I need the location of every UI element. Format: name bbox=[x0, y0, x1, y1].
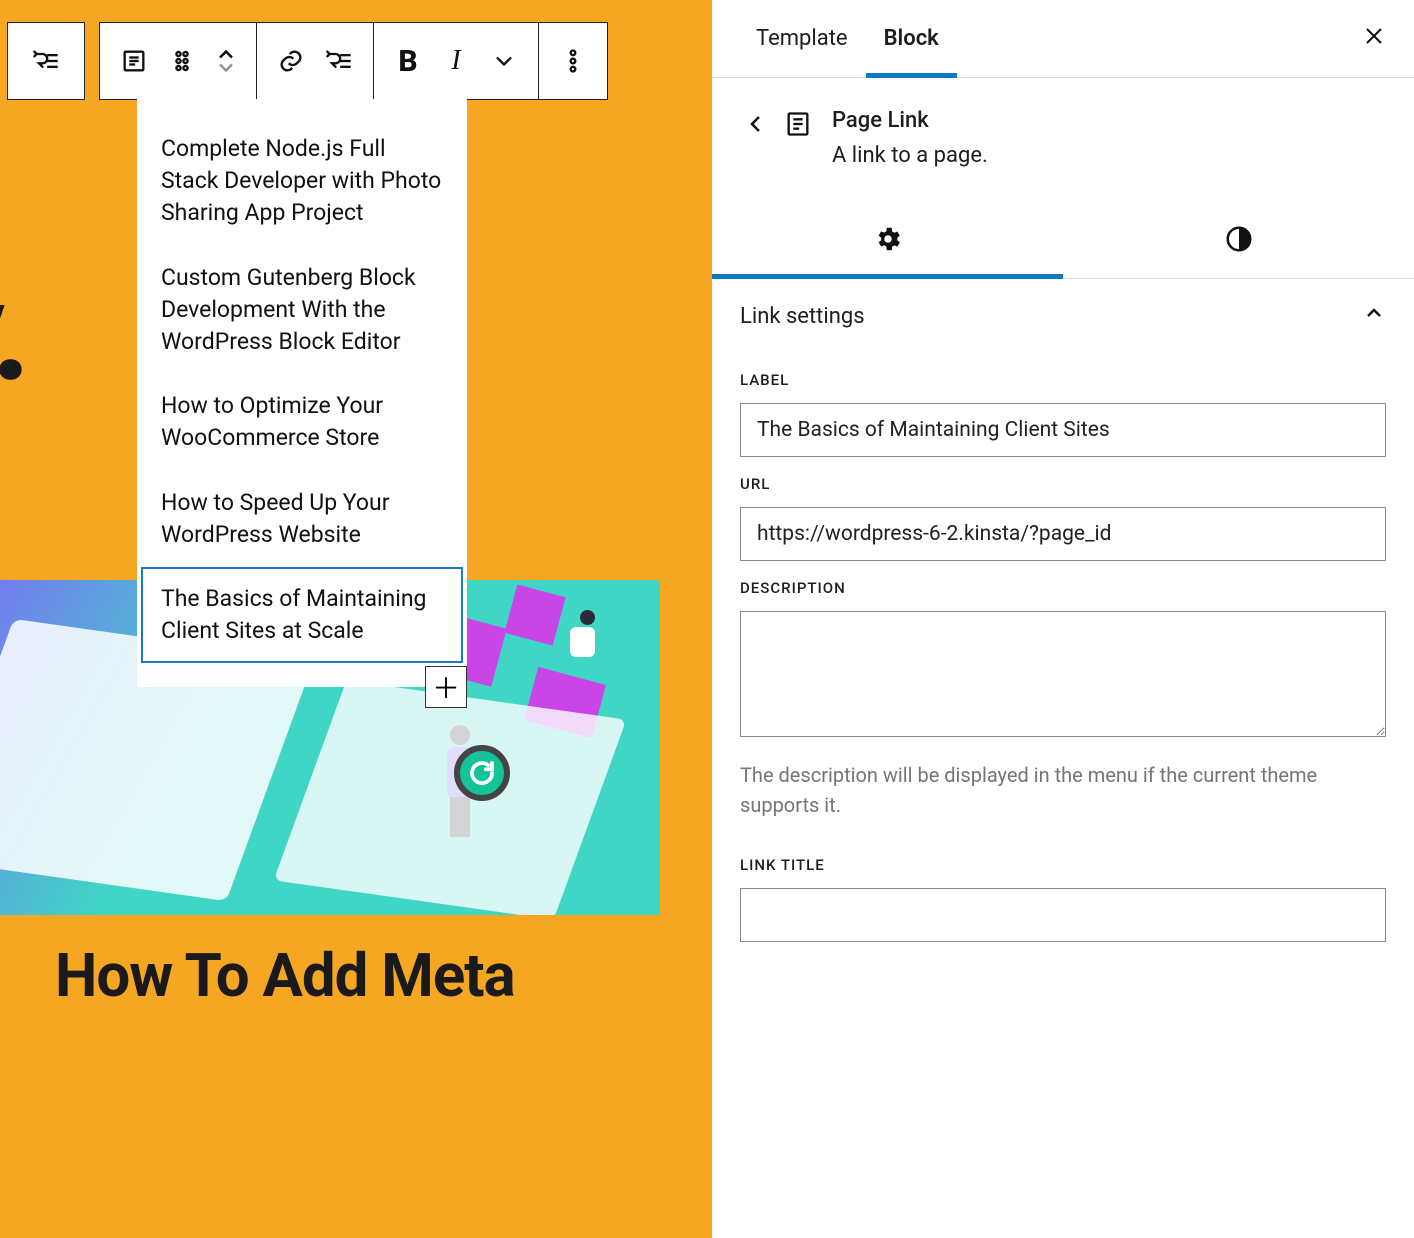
move-up-down-button[interactable] bbox=[206, 37, 246, 85]
label-url: URL bbox=[740, 475, 1386, 493]
subtab-settings[interactable] bbox=[712, 204, 1063, 278]
link-settings-body: LABEL URL DESCRIPTION The description wi… bbox=[712, 353, 1414, 962]
tab-block[interactable]: Block bbox=[866, 0, 957, 77]
settings-sidebar: Template Block Page Link A link to a pag… bbox=[712, 0, 1414, 1238]
toolbar-group-link bbox=[257, 23, 374, 99]
gear-icon bbox=[873, 224, 903, 259]
subtab-styles[interactable] bbox=[1063, 204, 1414, 278]
close-sidebar-button[interactable] bbox=[1344, 12, 1404, 65]
navigation-submenu: Complete Node.js Full Stack Developer wi… bbox=[137, 99, 467, 687]
drag-handle-icon[interactable] bbox=[158, 37, 206, 85]
link-button[interactable] bbox=[267, 37, 315, 85]
menu-item[interactable]: The Basics of Maintaining Client Sites a… bbox=[141, 567, 463, 663]
description-input[interactable] bbox=[740, 611, 1386, 737]
back-button[interactable] bbox=[740, 108, 772, 140]
toolbar-group-format: B I bbox=[374, 23, 539, 99]
toolbar-group-select bbox=[100, 23, 257, 99]
menu-item[interactable]: How to Optimize Your WooCommerce Store bbox=[161, 374, 443, 470]
link-title-input[interactable] bbox=[740, 888, 1386, 942]
more-format-button[interactable] bbox=[480, 37, 528, 85]
editor-canvas: hy. How To Add Meta bbox=[0, 0, 712, 1238]
add-block-button[interactable]: ＋ bbox=[425, 666, 467, 708]
menu-item[interactable]: Custom Gutenberg Block Development With … bbox=[161, 246, 443, 375]
menu-item[interactable]: Complete Node.js Full Stack Developer wi… bbox=[161, 117, 443, 246]
options-button[interactable] bbox=[549, 37, 597, 85]
contrast-icon bbox=[1224, 224, 1254, 259]
section-link-settings[interactable]: Link settings bbox=[712, 279, 1414, 353]
sidebar-tabs: Template Block bbox=[712, 0, 1414, 78]
post-heading: How To Add Meta bbox=[55, 940, 515, 1011]
italic-button[interactable]: I bbox=[432, 37, 480, 85]
description-help: The description will be displayed in the… bbox=[740, 760, 1386, 820]
menu-item[interactable]: How to Speed Up Your WordPress Website bbox=[161, 471, 443, 567]
label-input[interactable] bbox=[740, 403, 1386, 457]
section-title: Link settings bbox=[740, 304, 865, 329]
url-input[interactable] bbox=[740, 507, 1386, 561]
toolbar-group-more bbox=[539, 23, 607, 99]
label-link-title: LINK TITLE bbox=[740, 856, 1386, 874]
chevron-up-icon bbox=[1362, 301, 1386, 331]
inspector-tabs bbox=[712, 204, 1414, 279]
background-heading: hy. bbox=[0, 250, 27, 414]
label-label: LABEL bbox=[740, 371, 1386, 389]
select-parent-button[interactable] bbox=[110, 37, 158, 85]
tab-template[interactable]: Template bbox=[738, 0, 866, 77]
block-description: A link to a page. bbox=[832, 143, 988, 168]
block-toolbar: B I bbox=[7, 22, 608, 100]
grammarly-badge[interactable] bbox=[454, 745, 510, 801]
block-card: Page Link A link to a page. bbox=[712, 78, 1414, 204]
add-submenu-button[interactable] bbox=[315, 37, 363, 85]
bold-button[interactable]: B bbox=[384, 37, 432, 85]
block-title: Page Link bbox=[832, 108, 988, 133]
label-description: DESCRIPTION bbox=[740, 579, 1386, 597]
page-link-icon bbox=[782, 108, 814, 140]
submenu-icon bbox=[22, 37, 70, 85]
block-type-button[interactable] bbox=[7, 22, 85, 100]
